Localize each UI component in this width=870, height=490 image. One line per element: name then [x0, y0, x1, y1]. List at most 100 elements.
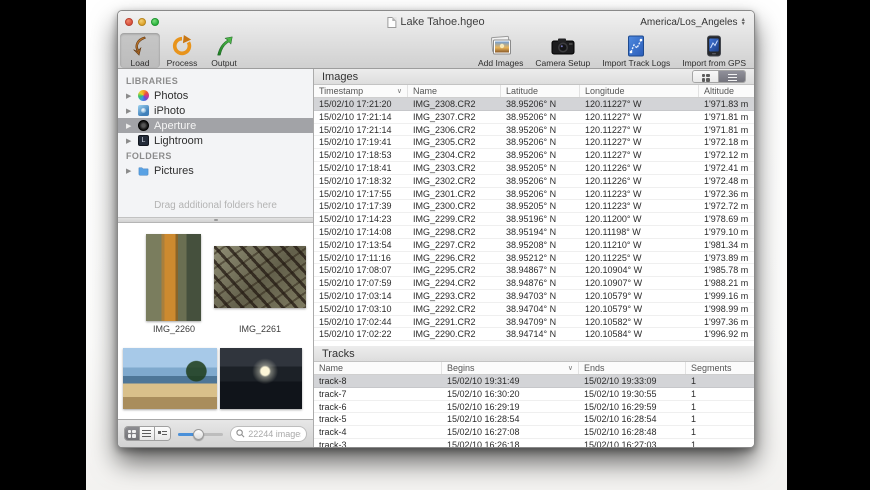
image-table-row[interactable]: 15/02/10 17:19:41 IMG_2305.CR2 38.95206°… [314, 136, 754, 150]
timezone-select[interactable]: America/Los_Angeles ▲ ▼ [640, 14, 746, 30]
sidebar-item-aperture[interactable]: ▶ Aperture [118, 118, 313, 133]
cell-latitude: 38.95206° N [506, 188, 557, 199]
thumbnail-photo[interactable] [123, 348, 217, 409]
column-header-begins[interactable]: Begins ∨ [442, 362, 579, 374]
import-from-gps-button[interactable]: Import from GPS [678, 33, 750, 68]
image-table-row[interactable]: 15/02/10 17:14:08 IMG_2298.CR2 38.95194°… [314, 225, 754, 239]
image-table-row[interactable]: 15/02/10 17:08:07 IMG_2295.CR2 38.94867°… [314, 264, 754, 278]
column-header-latitude[interactable]: Latitude [501, 85, 580, 97]
search-input[interactable] [248, 428, 301, 439]
minimize-button[interactable] [138, 18, 146, 26]
sidebar-item-pictures[interactable]: ▶ Pictures [118, 163, 313, 178]
search-field[interactable] [230, 425, 307, 442]
cell-timestamp: 15/02/10 17:14:08 [319, 226, 392, 237]
cell-name: IMG_2300.CR2 [413, 201, 476, 212]
cell-longitude: 120.11210° W [585, 239, 642, 250]
thumbnail-photo[interactable] [220, 348, 302, 409]
cell-name: IMG_2290.CR2 [413, 329, 476, 340]
sidebar-item-iphoto[interactable]: ▶ iPhoto [118, 103, 313, 118]
grid-view-button[interactable] [693, 71, 719, 82]
source-list: LIBRARIES ▶ Photos ▶ iPhoto ▶ Aperture ▶… [118, 69, 313, 217]
track-table-row[interactable]: track-5 15/02/10 16:28:54 15/02/10 16:28… [314, 413, 754, 427]
window-title-group: Lake Tahoe.hgeo [387, 11, 485, 33]
thumbnail-size-slider[interactable] [177, 428, 224, 440]
track-table-row[interactable]: track-8 15/02/10 19:31:49 15/02/10 19:33… [314, 375, 754, 388]
image-table-row[interactable]: 15/02/10 17:14:23 IMG_2299.CR2 38.95196°… [314, 213, 754, 226]
sidebar-item-lightroom[interactable]: ▶ Lightroom [118, 133, 313, 148]
column-header-altitude[interactable]: Altitude [699, 85, 754, 97]
column-header-name[interactable]: Name [408, 85, 501, 97]
disclosure-triangle-icon[interactable]: ▶ [126, 137, 133, 145]
image-table-row[interactable]: 15/02/10 17:17:55 IMG_2301.CR2 38.95206°… [314, 187, 754, 201]
disclosure-triangle-icon[interactable]: ▶ [126, 122, 133, 130]
cell-latitude: 38.94876° N [506, 278, 557, 289]
disclosure-triangle-icon[interactable]: ▶ [126, 167, 133, 175]
image-table-row[interactable]: 15/02/10 17:18:41 IMG_2303.CR2 38.95205°… [314, 161, 754, 175]
libraries-header: LIBRARIES [126, 76, 179, 86]
image-table-row[interactable]: 15/02/10 17:21:20 IMG_2308.CR2 38.95206°… [314, 98, 754, 111]
cell-timestamp: 15/02/10 17:03:10 [319, 303, 392, 314]
column-header-longitude[interactable]: Longitude [580, 85, 699, 97]
image-table-row[interactable]: 15/02/10 17:03:10 IMG_2292.CR2 38.94704°… [314, 302, 754, 316]
column-header-segments[interactable]: Segments [686, 362, 754, 374]
disclosure-triangle-icon[interactable]: ▶ [126, 92, 133, 100]
track-table-row[interactable]: track-4 15/02/10 16:27:08 15/02/10 16:28… [314, 426, 754, 439]
disclosure-triangle-icon[interactable]: ▶ [126, 107, 133, 115]
cell-latitude: 38.95196° N [506, 214, 557, 225]
sidebar-item-label: Lightroom [154, 134, 203, 147]
load-button[interactable]: Load [120, 33, 160, 68]
image-table-row[interactable]: 15/02/10 17:02:44 IMG_2291.CR2 38.94709°… [314, 315, 754, 329]
image-table-row[interactable]: 15/02/10 17:21:14 IMG_2307.CR2 38.95206°… [314, 110, 754, 124]
cell-latitude: 38.95206° N [506, 175, 557, 186]
grid-view-button[interactable] [125, 427, 140, 440]
track-table-row[interactable]: track-6 15/02/10 16:29:19 15/02/10 16:29… [314, 400, 754, 414]
image-table-row[interactable]: 15/02/10 17:17:39 IMG_2300.CR2 38.95205°… [314, 200, 754, 214]
thumbnail-img-2260[interactable] [146, 234, 201, 321]
image-table-row[interactable]: 15/02/10 17:02:22 IMG_2290.CR2 38.94714°… [314, 328, 754, 341]
image-table-row[interactable]: 15/02/10 17:07:59 IMG_2294.CR2 38.94876°… [314, 277, 754, 290]
close-button[interactable] [125, 18, 133, 26]
cell-track-name: track-5 [319, 414, 347, 425]
cell-ends: 15/02/10 19:33:09 [584, 376, 657, 386]
cell-track-name: track-8 [319, 376, 347, 386]
cell-altitude: 1'999.16 m [704, 290, 749, 301]
images-panel-title: Images [322, 70, 359, 83]
column-header-ends[interactable]: Ends [579, 362, 686, 374]
document-proxy-icon [387, 16, 397, 28]
cell-latitude: 38.95206° N [506, 111, 557, 122]
image-table-row[interactable]: 15/02/10 17:11:16 IMG_2296.CR2 38.95212°… [314, 251, 754, 265]
image-table-row[interactable]: 15/02/10 17:21:14 IMG_2306.CR2 38.95206°… [314, 123, 754, 137]
cell-name: IMG_2305.CR2 [413, 137, 476, 148]
main-panel: Images Timestamp ∨ Name Latitude Longitu… [314, 69, 754, 447]
image-table-row[interactable]: 15/02/10 17:03:14 IMG_2293.CR2 38.94703°… [314, 289, 754, 303]
image-table-row[interactable]: 15/02/10 17:18:32 IMG_2302.CR2 38.95206°… [314, 174, 754, 188]
list-view-button[interactable] [719, 71, 745, 82]
cell-track-name: track-3 [319, 439, 347, 447]
cell-timestamp: 15/02/10 17:14:23 [319, 214, 392, 225]
cell-latitude: 38.95206° N [506, 124, 557, 135]
cell-name: IMG_2293.CR2 [413, 290, 476, 301]
images-view-toggle [692, 70, 746, 83]
thumbnail-img-2261[interactable] [214, 246, 306, 308]
sidebar-item-photos[interactable]: ▶ Photos [118, 88, 313, 103]
add-images-button[interactable]: Add Images [474, 33, 527, 68]
column-header-track-name[interactable]: Name [314, 362, 442, 374]
image-table-row[interactable]: 15/02/10 17:18:53 IMG_2304.CR2 38.95206°… [314, 149, 754, 162]
camera-setup-button[interactable]: Camera Setup [531, 33, 594, 68]
process-button[interactable]: Process [162, 33, 202, 68]
cell-longitude: 120.11225° W [585, 252, 642, 263]
cell-begins: 15/02/10 16:27:08 [447, 427, 520, 438]
import-track-logs-button[interactable]: Import Track Logs [598, 33, 674, 68]
column-header-timestamp[interactable]: Timestamp ∨ [314, 85, 408, 97]
track-table-row[interactable]: track-7 15/02/10 16:30:20 15/02/10 19:30… [314, 387, 754, 401]
cell-name: IMG_2297.CR2 [413, 239, 476, 250]
zoom-button[interactable] [151, 18, 159, 26]
output-button[interactable]: Output [204, 33, 244, 68]
track-table-row[interactable]: track-3 15/02/10 16:26:18 15/02/10 16:27… [314, 438, 754, 447]
cell-ends: 15/02/10 16:28:48 [584, 427, 657, 438]
list-view-button[interactable] [139, 427, 155, 440]
slider-thumb[interactable] [193, 428, 205, 440]
image-table-row[interactable]: 15/02/10 17:13:54 IMG_2297.CR2 38.95208°… [314, 238, 754, 252]
detail-view-button[interactable] [154, 427, 170, 440]
cell-timestamp: 15/02/10 17:21:14 [319, 124, 392, 135]
